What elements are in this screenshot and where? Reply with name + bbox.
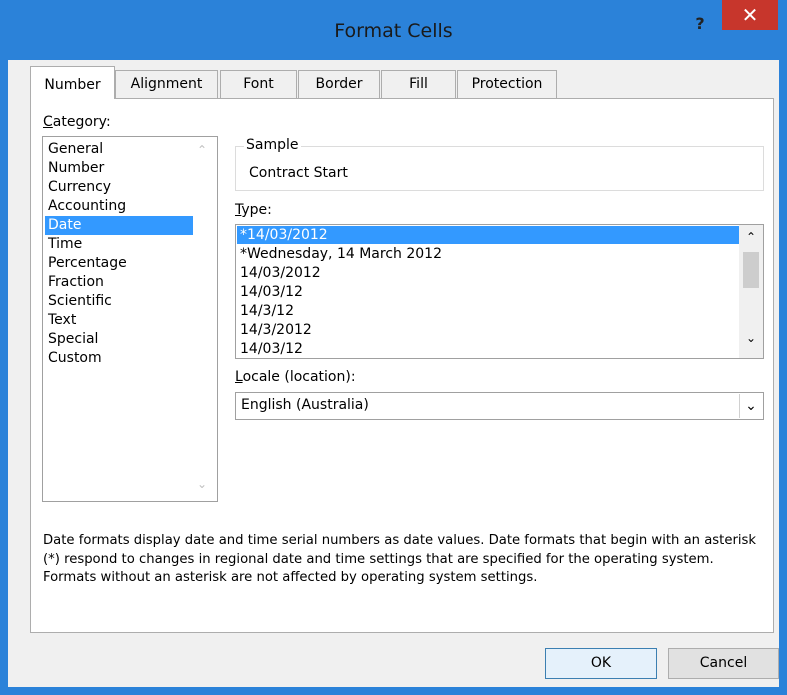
category-item-percentage[interactable]: Percentage xyxy=(45,254,193,273)
tab-font[interactable]: Font xyxy=(220,70,297,98)
category-item-fraction[interactable]: Fraction xyxy=(45,273,193,292)
tab-protection[interactable]: Protection xyxy=(457,70,557,98)
tab-label: Font xyxy=(243,76,274,92)
tab-label: Number xyxy=(44,77,101,93)
cancel-button[interactable]: Cancel xyxy=(668,648,779,679)
locale-label: Locale (location): xyxy=(235,369,356,385)
category-item-custom[interactable]: Custom xyxy=(45,349,193,368)
chevron-down-icon[interactable]: ⌄ xyxy=(739,394,762,418)
tab-border[interactable]: Border xyxy=(298,70,380,98)
type-item[interactable]: 14/03/2012 xyxy=(237,264,739,282)
type-scroll-up-icon[interactable]: ⌃ xyxy=(746,230,756,244)
tab-alignment[interactable]: Alignment xyxy=(115,70,218,98)
type-item[interactable]: 14/03/12 xyxy=(237,340,739,358)
category-item-text[interactable]: Text xyxy=(45,311,193,330)
tab-label: Protection xyxy=(471,76,543,92)
tab-fill[interactable]: Fill xyxy=(381,70,456,98)
sample-value: Contract Start xyxy=(249,165,348,181)
locale-select[interactable]: English (Australia) ⌄ xyxy=(235,392,764,420)
type-scroll-down-icon[interactable]: ⌄ xyxy=(746,331,756,345)
ok-button[interactable]: OK xyxy=(545,648,657,679)
help-button[interactable]: ? xyxy=(680,10,720,38)
type-item[interactable]: 14/3/2012 xyxy=(237,321,739,339)
tab-label: Border xyxy=(315,76,363,92)
type-label: Type: xyxy=(235,202,272,218)
tab-number[interactable]: Number xyxy=(30,66,115,99)
category-list[interactable]: General Number Currency Accounting Date … xyxy=(42,136,218,502)
category-item-currency[interactable]: Currency xyxy=(45,178,193,197)
title-bar[interactable]: Format Cells ? ✕ xyxy=(0,0,787,60)
category-item-number[interactable]: Number xyxy=(45,159,193,178)
category-item-special[interactable]: Special xyxy=(45,330,193,349)
type-item[interactable]: 14/03/12 xyxy=(237,283,739,301)
type-item[interactable]: *Wednesday, 14 March 2012 xyxy=(237,245,739,263)
category-item-general[interactable]: General xyxy=(45,140,193,159)
type-scroll-thumb[interactable] xyxy=(743,252,759,288)
window-title: Format Cells xyxy=(334,20,453,42)
category-scroll-down-icon[interactable]: ⌄ xyxy=(197,477,207,491)
type-item[interactable]: *14/03/2012 xyxy=(237,226,739,244)
tab-label: Fill xyxy=(409,76,428,92)
tab-label: Alignment xyxy=(130,76,203,92)
category-item-date[interactable]: Date xyxy=(45,216,193,235)
category-item-scientific[interactable]: Scientific xyxy=(45,292,193,311)
category-scroll-up-icon[interactable]: ⌃ xyxy=(197,143,207,157)
type-list[interactable]: *14/03/2012 *Wednesday, 14 March 2012 14… xyxy=(235,224,764,359)
close-button[interactable]: ✕ xyxy=(722,0,778,30)
category-item-accounting[interactable]: Accounting xyxy=(45,197,193,216)
category-item-time[interactable]: Time xyxy=(45,235,193,254)
type-scrollbar[interactable]: ⌃ ⌄ xyxy=(739,225,763,358)
type-item[interactable]: 14/3/12 xyxy=(237,302,739,320)
format-description: Date formats display date and time seria… xyxy=(43,533,757,585)
locale-value: English (Australia) xyxy=(241,397,369,413)
sample-label: Sample xyxy=(244,137,301,153)
category-label: Category: xyxy=(43,114,111,130)
